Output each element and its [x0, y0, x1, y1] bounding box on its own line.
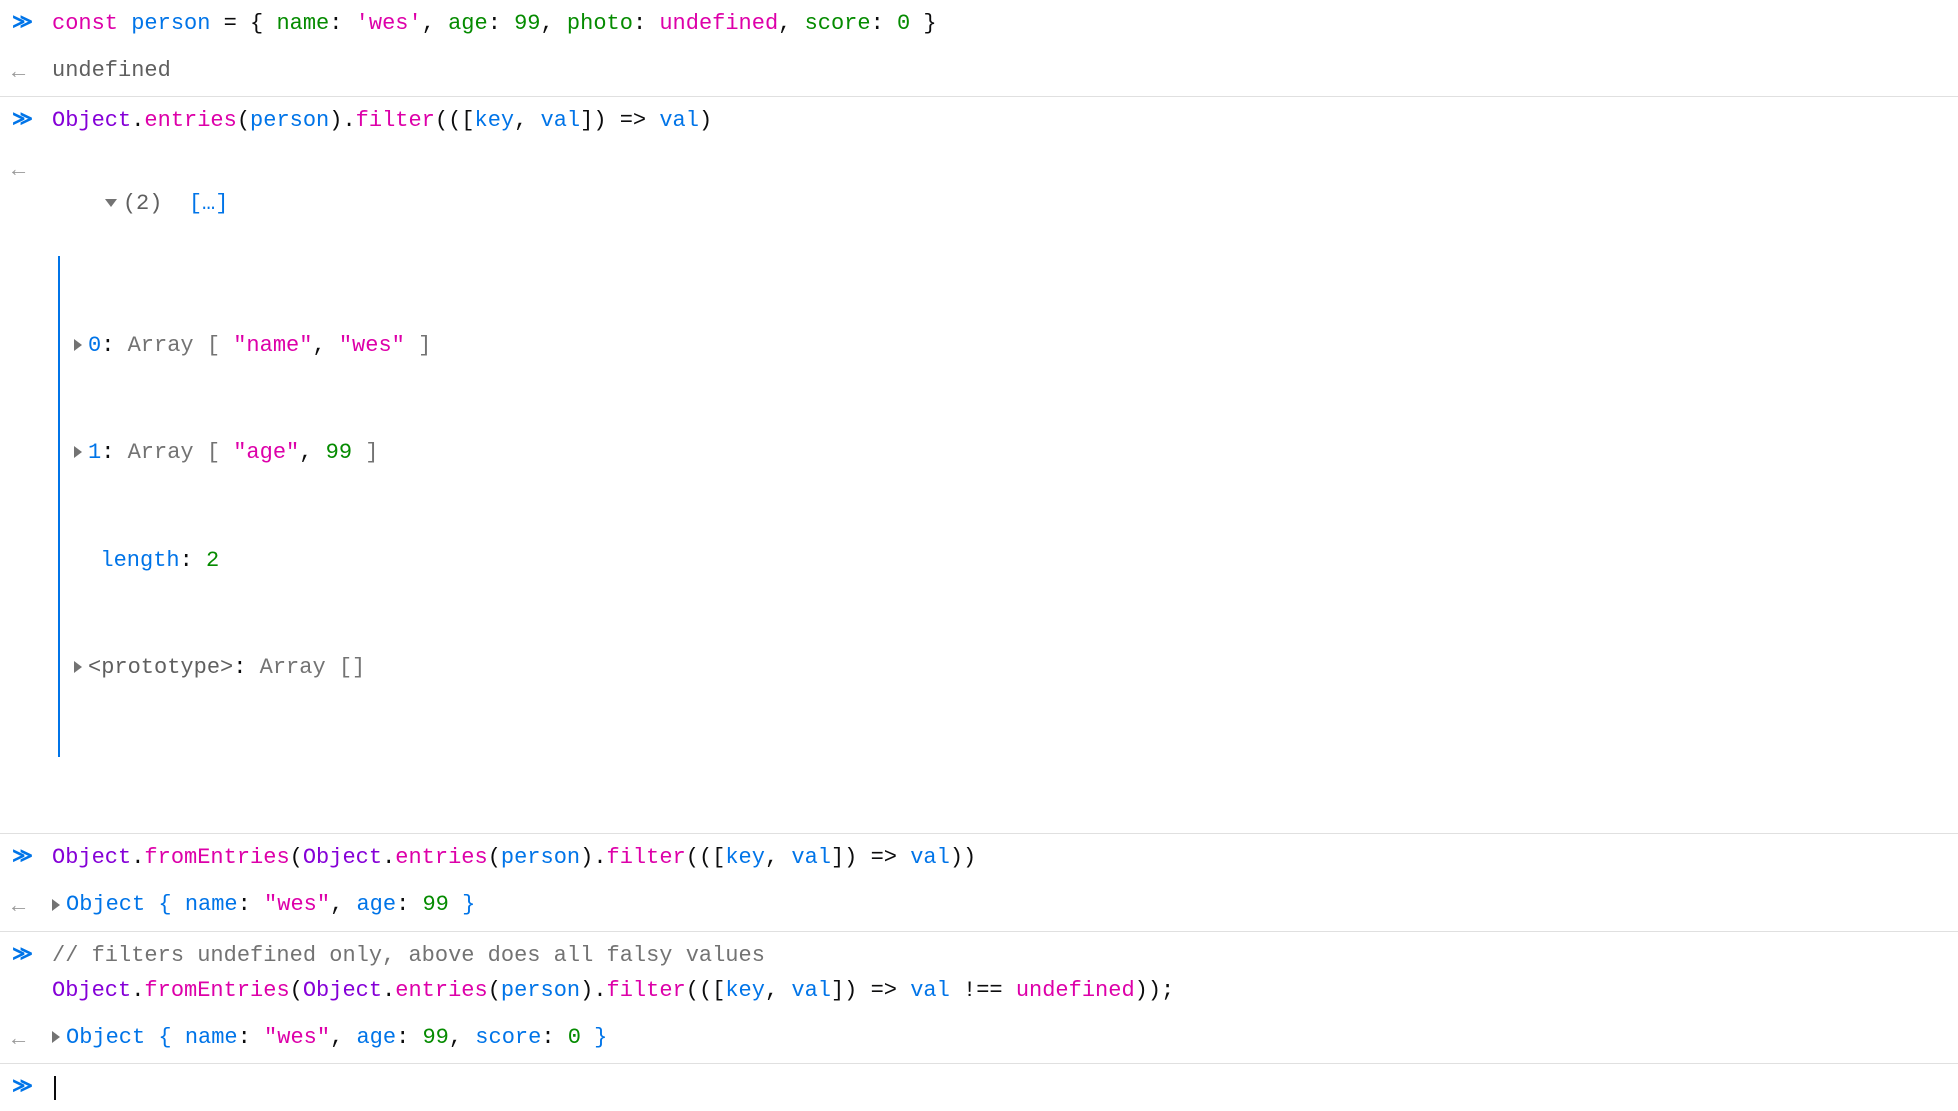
array-tree: 0: Array [ "name", "wes" ] 1: Array [ "a…: [58, 256, 1946, 757]
code-line-1: const person = { name: 'wes', age: 99, p…: [52, 6, 1946, 41]
console-output-row-2: ← (2) […] 0: Array [ "name", "wes" ] 1: …: [0, 145, 1958, 835]
twisty-right-icon[interactable]: [52, 1031, 60, 1043]
twisty-down-icon[interactable]: [105, 199, 117, 207]
output-array-expanded[interactable]: (2) […] 0: Array [ "name", "wes" ] 1: Ar…: [52, 151, 1946, 828]
console-input-row-1[interactable]: ≫ const person = { name: 'wes', age: 99,…: [0, 0, 1958, 47]
console-output-row-1: ← undefined: [0, 47, 1958, 97]
output-icon: ←: [12, 53, 52, 90]
console-input-row-4[interactable]: ≫ // filters undefined only, above does …: [0, 932, 1958, 1014]
twisty-right-icon[interactable]: [74, 339, 82, 351]
twisty-right-icon[interactable]: [52, 899, 60, 911]
code-line-3: Object.fromEntries(Object.entries(person…: [52, 840, 1946, 875]
output-undefined: undefined: [52, 53, 1946, 88]
tree-length: length: 2: [74, 542, 1946, 579]
console-input-current[interactable]: ≫: [0, 1064, 1958, 1111]
input-prompt-icon: ≫: [12, 840, 52, 874]
twisty-right-icon[interactable]: [74, 661, 82, 673]
output-icon: ←: [12, 1020, 52, 1057]
tree-item-1[interactable]: 1: Array [ "age", 99 ]: [74, 434, 1946, 471]
output-object-1[interactable]: Object { name: "wes", age: 99 }: [52, 887, 1946, 922]
console-output-row-4: ← Object { name: "wes", age: 99, score: …: [0, 1014, 1958, 1064]
console-input-field[interactable]: [52, 1070, 1946, 1105]
output-object-2[interactable]: Object { name: "wes", age: 99, score: 0 …: [52, 1020, 1946, 1055]
output-icon: ←: [12, 887, 52, 924]
input-prompt-icon: ≫: [12, 1070, 52, 1104]
text-cursor: [54, 1076, 56, 1100]
console-input-row-3[interactable]: ≫ Object.fromEntries(Object.entries(pers…: [0, 834, 1958, 881]
input-prompt-icon: ≫: [12, 6, 52, 40]
console-output-row-3: ← Object { name: "wes", age: 99 }: [0, 881, 1958, 931]
console-input-row-2[interactable]: ≫ Object.entries(person).filter(([key, v…: [0, 97, 1958, 144]
tree-item-0[interactable]: 0: Array [ "name", "wes" ]: [74, 327, 1946, 364]
input-prompt-icon: ≫: [12, 103, 52, 137]
tree-prototype[interactable]: <prototype>: Array []: [74, 649, 1946, 686]
output-icon: ←: [12, 151, 52, 188]
code-line-2: Object.entries(person).filter(([key, val…: [52, 103, 1946, 138]
code-line-4: // filters undefined only, above does al…: [52, 938, 1946, 1008]
input-prompt-icon: ≫: [12, 938, 52, 972]
twisty-right-icon[interactable]: [74, 446, 82, 458]
